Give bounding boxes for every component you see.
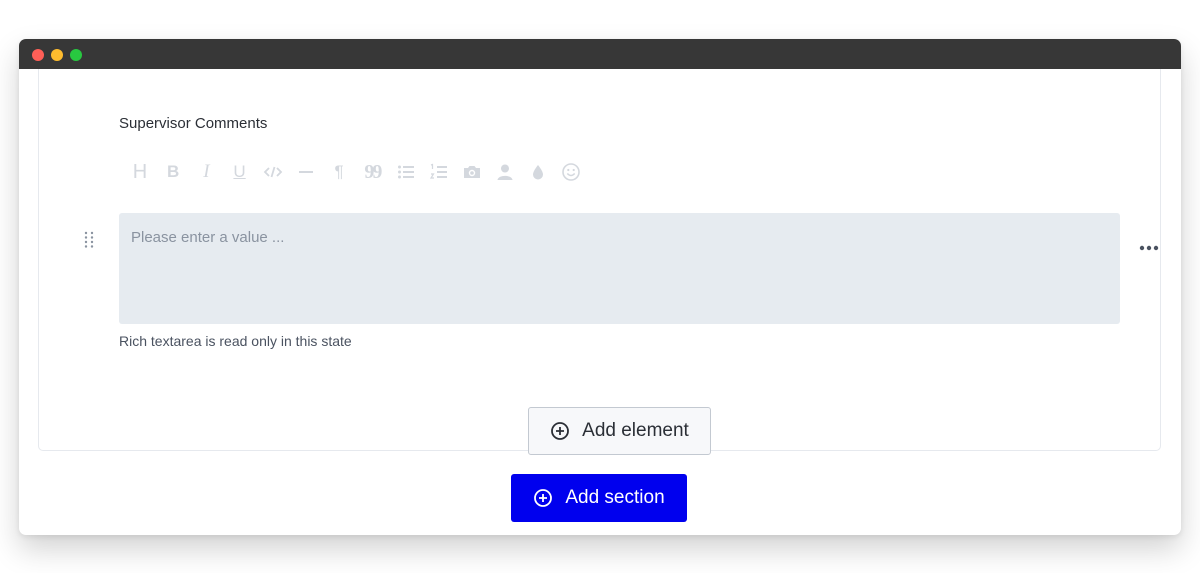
add-section-button[interactable]: Add section (511, 474, 687, 522)
zoom-window-button[interactable] (70, 49, 82, 61)
paragraph-button[interactable]: ¶ (326, 160, 352, 184)
user-icon[interactable] (492, 160, 518, 184)
close-window-button[interactable] (32, 49, 44, 61)
drag-handle-icon[interactable] (83, 230, 95, 250)
numbered-list-icon[interactable] (426, 160, 452, 184)
section-card: Supervisor Comments H B I U ¶ 99 Please … (38, 69, 1161, 455)
italic-button[interactable]: I (193, 160, 219, 184)
horizontal-rule-icon[interactable] (293, 160, 319, 184)
plus-circle-icon (534, 489, 553, 507)
add-element-label: Add element (582, 420, 689, 441)
add-element-button[interactable]: Add element (528, 407, 711, 455)
field-help-text: Rich textarea is read only in this state (119, 333, 352, 349)
browser-window: Supervisor Comments H B I U ¶ 99 Please … (19, 39, 1181, 535)
field-label: Supervisor Comments (119, 115, 268, 132)
underline-button[interactable]: U (227, 160, 253, 184)
code-icon[interactable] (260, 160, 286, 184)
bullet-list-icon[interactable] (393, 160, 419, 184)
window-titlebar (19, 39, 1181, 69)
plus-circle-icon (551, 422, 570, 440)
minimize-window-button[interactable] (51, 49, 63, 61)
bold-button[interactable]: B (160, 160, 186, 184)
add-section-label: Add section (565, 487, 665, 508)
textarea-placeholder: Please enter a value ... (131, 229, 285, 246)
heading-button[interactable]: H (127, 160, 153, 184)
rich-textarea[interactable]: Please enter a value ... (119, 213, 1120, 324)
quote-button[interactable]: 99 (359, 160, 385, 184)
drop-icon[interactable] (525, 160, 551, 184)
smiley-icon[interactable] (558, 160, 584, 184)
camera-icon[interactable] (459, 160, 485, 184)
more-options-icon[interactable] (1138, 238, 1160, 251)
rich-text-toolbar: H B I U ¶ 99 (127, 160, 592, 184)
